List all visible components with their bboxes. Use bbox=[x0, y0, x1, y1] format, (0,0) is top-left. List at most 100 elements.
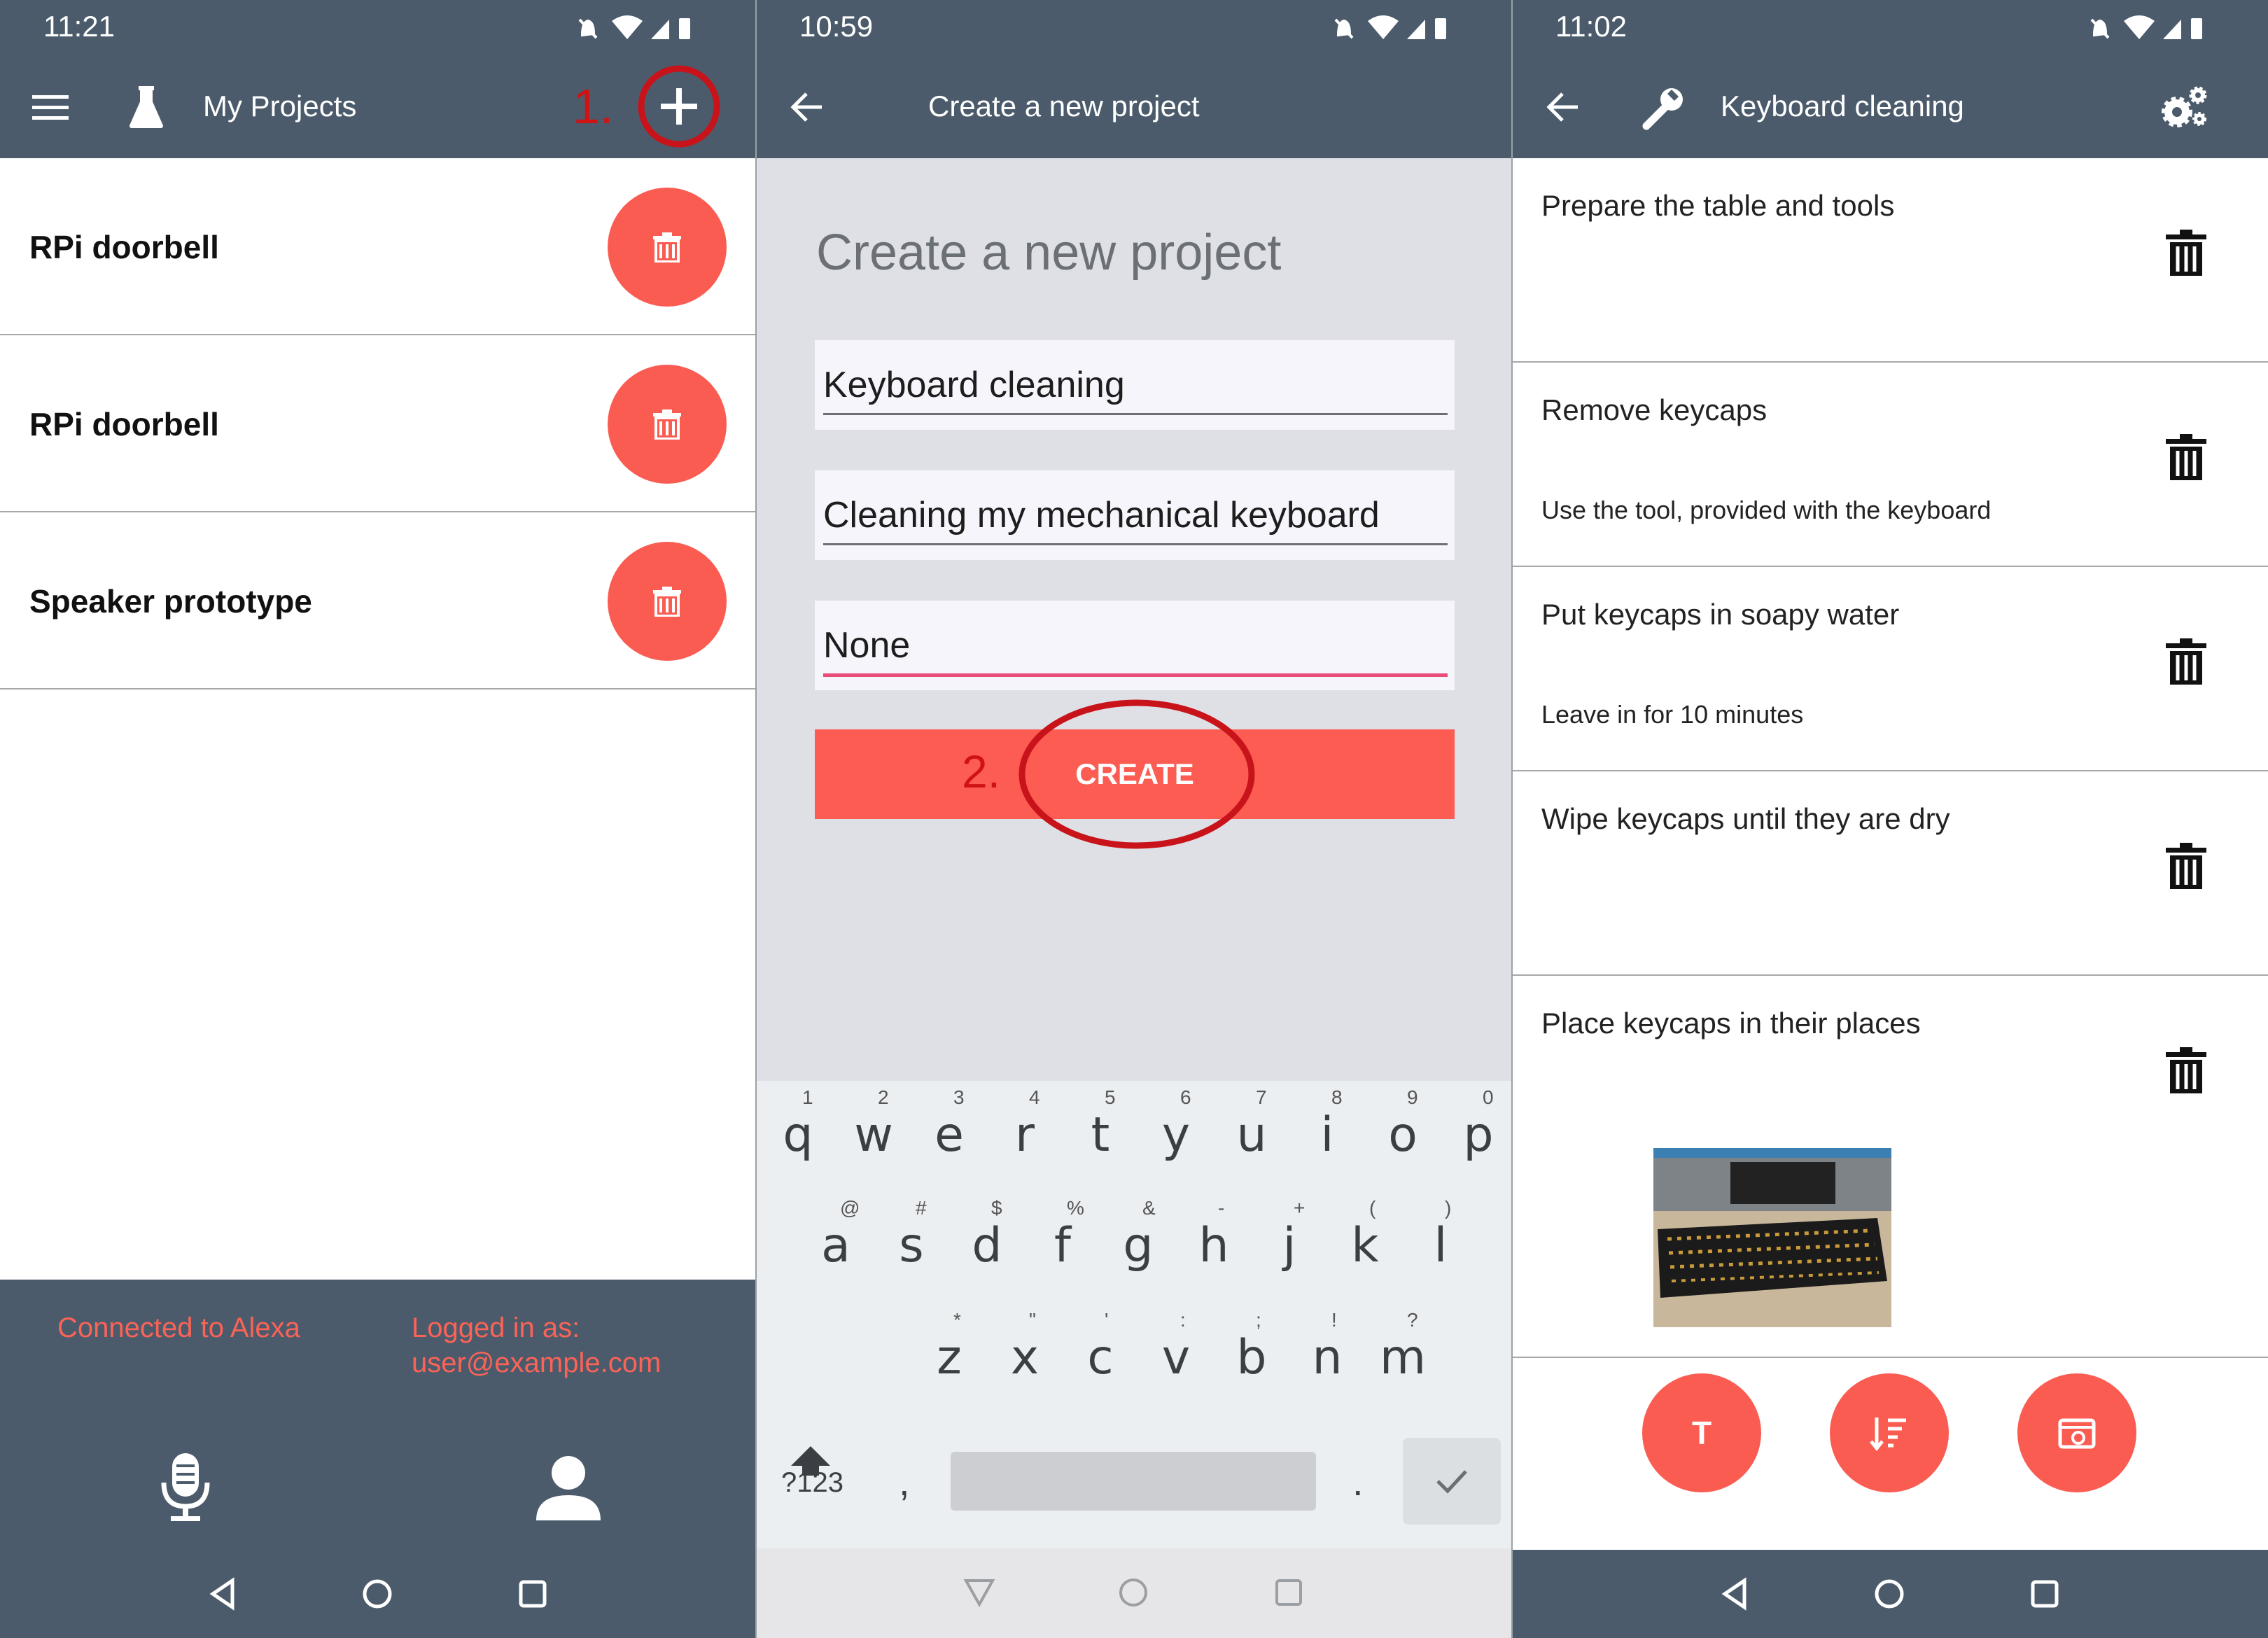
delete-project-button[interactable] bbox=[608, 542, 727, 661]
key-y[interactable]: 6y bbox=[1141, 1081, 1211, 1179]
key-b[interactable]: ; b bbox=[1217, 1303, 1287, 1401]
key-f[interactable]: % f bbox=[1028, 1191, 1098, 1289]
key-s[interactable]: # s bbox=[876, 1191, 946, 1289]
add-photo-button[interactable] bbox=[2017, 1373, 2136, 1492]
nav-home-icon[interactable] bbox=[1114, 1574, 1152, 1611]
trash-icon[interactable] bbox=[2164, 637, 2208, 686]
create-project-screen: 10:59 Create a new project Create a new … bbox=[756, 0, 1512, 1638]
status-time: 10:59 bbox=[799, 10, 874, 43]
nav-recents-icon[interactable] bbox=[1270, 1574, 1308, 1611]
nav-home-icon[interactable] bbox=[358, 1575, 396, 1613]
key-t[interactable]: 5t bbox=[1065, 1081, 1135, 1179]
add-project-button[interactable] bbox=[636, 63, 722, 150]
status-bar: 11:02 bbox=[1512, 0, 2268, 59]
key-l[interactable]: ) l bbox=[1406, 1191, 1476, 1289]
key-p[interactable]: 0p bbox=[1443, 1081, 1512, 1179]
space-key[interactable] bbox=[951, 1452, 1316, 1511]
key-z[interactable]: * z bbox=[914, 1303, 984, 1401]
project-row[interactable]: RPi doorbell bbox=[0, 158, 756, 335]
project-steps-screen: 11:02 Keyboard cleaning Prepare the tabl… bbox=[1512, 0, 2268, 1638]
trash-icon[interactable] bbox=[2164, 841, 2208, 890]
project-name-field[interactable]: Keyboard cleaning bbox=[815, 340, 1455, 430]
form-heading: Create a new project bbox=[816, 225, 1282, 281]
key-m[interactable]: ? m bbox=[1368, 1303, 1438, 1401]
done-key[interactable] bbox=[1403, 1438, 1501, 1525]
key-d[interactable]: $ d bbox=[952, 1191, 1022, 1289]
key-g[interactable]: & g bbox=[1103, 1191, 1173, 1289]
add-text-step-button[interactable]: T bbox=[1642, 1373, 1761, 1492]
key-n[interactable]: ! n bbox=[1292, 1303, 1362, 1401]
app-title: My Projects bbox=[203, 90, 357, 122]
nav-bar bbox=[756, 1548, 1512, 1638]
project-row[interactable]: RPi doorbell bbox=[0, 335, 756, 512]
key-r[interactable]: 4r bbox=[990, 1081, 1060, 1179]
microphone-icon[interactable] bbox=[158, 1452, 213, 1522]
step-item[interactable]: Remove keycaps Use the tool, provided wi… bbox=[1512, 363, 2268, 567]
reorder-steps-button[interactable] bbox=[1830, 1373, 1949, 1492]
key-char: n bbox=[1312, 1330, 1343, 1385]
nav-recents-icon[interactable] bbox=[514, 1575, 552, 1613]
key-v[interactable]: :v bbox=[1141, 1303, 1211, 1401]
camera-icon bbox=[2058, 1418, 2096, 1449]
settings-icon[interactable] bbox=[2160, 84, 2209, 130]
nav-recents-icon[interactable] bbox=[2026, 1575, 2064, 1613]
highlight-circle bbox=[1018, 699, 1255, 849]
alexa-status: Connected to Alexa bbox=[57, 1312, 300, 1343]
key-x[interactable]: " x bbox=[990, 1303, 1060, 1401]
back-icon[interactable] bbox=[790, 91, 825, 123]
key-o[interactable]: 9o bbox=[1368, 1081, 1438, 1179]
wrench-icon bbox=[1642, 88, 1683, 130]
text-icon: T bbox=[1692, 1415, 1712, 1451]
step-item[interactable]: Put keycaps in soapy water Leave in for … bbox=[1512, 567, 2268, 771]
delete-project-button[interactable] bbox=[608, 365, 727, 484]
step-photo[interactable] bbox=[1653, 1148, 1891, 1327]
key-k[interactable]: (k bbox=[1330, 1191, 1400, 1289]
delete-project-button[interactable] bbox=[608, 188, 727, 307]
status-icons bbox=[1334, 15, 1446, 39]
key-char: j bbox=[1282, 1218, 1296, 1273]
nav-back-icon[interactable] bbox=[204, 1575, 242, 1613]
projects-screen: 11:21 My Projects 1. RPi doorbell RPi do… bbox=[0, 0, 756, 1638]
key-char: g bbox=[1123, 1218, 1154, 1273]
period-key[interactable]: . bbox=[1352, 1459, 1364, 1504]
key-q[interactable]: 1q bbox=[763, 1081, 833, 1179]
key-j[interactable]: + j bbox=[1254, 1191, 1324, 1289]
step-item[interactable]: Wipe keycaps until they are dry bbox=[1512, 771, 2268, 976]
key-char: h bbox=[1198, 1218, 1229, 1273]
app-title: Keyboard cleaning bbox=[1721, 90, 1964, 122]
comma-key[interactable]: , bbox=[899, 1459, 910, 1504]
user-icon[interactable] bbox=[535, 1455, 602, 1522]
nav-back-icon[interactable] bbox=[960, 1574, 998, 1611]
back-icon[interactable] bbox=[1546, 91, 1581, 123]
key-a[interactable]: @ a bbox=[801, 1191, 871, 1289]
project-description-field[interactable]: Cleaning my mechanical keyboard bbox=[815, 470, 1455, 560]
trash-icon[interactable] bbox=[2164, 228, 2208, 277]
key-char: s bbox=[899, 1218, 924, 1273]
key-c[interactable]: ' c bbox=[1065, 1303, 1135, 1401]
check-icon bbox=[1436, 1470, 1467, 1494]
key-h[interactable]: -h bbox=[1179, 1191, 1249, 1289]
nav-back-icon[interactable] bbox=[1716, 1575, 1754, 1613]
key-hint: 1 bbox=[802, 1086, 813, 1108]
project-row[interactable]: Speaker prototype bbox=[0, 512, 756, 690]
nav-bar bbox=[1512, 1550, 2268, 1638]
key-char: d bbox=[972, 1218, 1002, 1273]
key-char: w bbox=[854, 1107, 893, 1163]
key-char: q bbox=[783, 1107, 813, 1163]
menu-icon[interactable] bbox=[32, 94, 69, 122]
step-item[interactable]: Prepare the table and tools bbox=[1512, 158, 2268, 363]
nav-home-icon[interactable] bbox=[1870, 1575, 1908, 1613]
key-hint: 8 bbox=[1331, 1086, 1343, 1108]
key-e[interactable]: 3e bbox=[914, 1081, 984, 1179]
trash-icon[interactable] bbox=[2164, 433, 2208, 482]
symbols-key[interactable]: ?123 bbox=[781, 1467, 844, 1499]
step-annotation-2: 2. bbox=[962, 746, 1001, 797]
key-hint: : bbox=[1180, 1309, 1186, 1331]
key-u[interactable]: 7u bbox=[1217, 1081, 1287, 1179]
key-i[interactable]: 8i bbox=[1292, 1081, 1362, 1179]
trash-icon[interactable] bbox=[2164, 1046, 2208, 1095]
project-extra-field[interactable]: None bbox=[815, 601, 1455, 690]
key-char: r bbox=[1015, 1107, 1035, 1163]
key-hint: ! bbox=[1331, 1309, 1337, 1331]
key-w[interactable]: 2w bbox=[839, 1081, 909, 1179]
